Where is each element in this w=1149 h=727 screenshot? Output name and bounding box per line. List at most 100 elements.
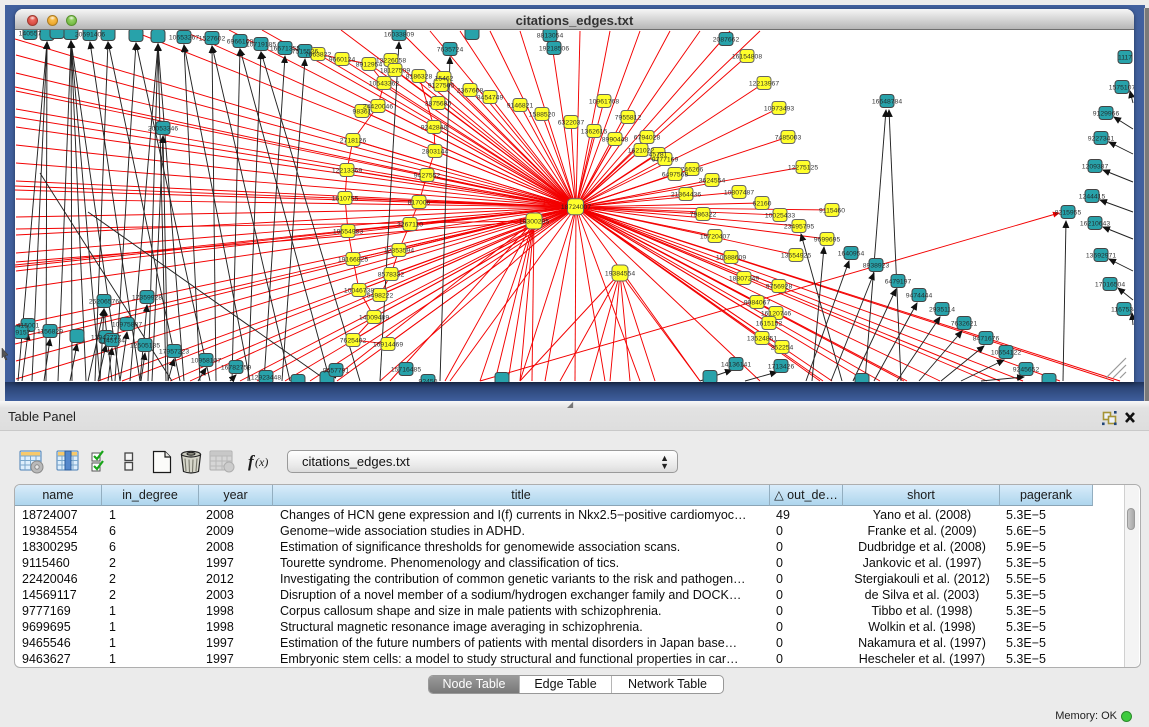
- svg-text:16648784: 16648784: [872, 99, 902, 106]
- svg-text:13654925: 13654925: [781, 253, 811, 260]
- svg-text:10807487: 10807487: [724, 190, 754, 197]
- svg-text:2718126: 2718126: [340, 138, 367, 145]
- svg-text:8454749: 8454749: [477, 95, 504, 102]
- svg-text:14136141: 14136141: [721, 362, 751, 369]
- svg-text:1145134: 1145134: [99, 338, 125, 345]
- svg-text:7635724: 7635724: [437, 47, 464, 54]
- svg-text:16033809: 16033809: [384, 32, 414, 39]
- svg-text:3875685: 3875685: [425, 101, 452, 108]
- svg-text:1362615: 1362615: [581, 129, 608, 136]
- svg-text:7986322: 7986322: [690, 212, 717, 219]
- svg-text:1156829: 1156829: [37, 329, 63, 336]
- svg-text:9657791: 9657791: [323, 368, 350, 375]
- svg-text:6322037: 6322037: [558, 120, 585, 127]
- svg-text:10654122: 10654122: [991, 350, 1021, 357]
- svg-text:9227341: 9227341: [1088, 136, 1115, 143]
- svg-text:16782759: 16782759: [221, 365, 251, 372]
- svg-text:21364436: 21364436: [671, 192, 701, 199]
- svg-text:9146821: 9146821: [507, 103, 534, 110]
- svg-text:10958107: 10958107: [191, 358, 221, 365]
- svg-text:20691406: 20691406: [75, 32, 105, 39]
- svg-text:1209387: 1209387: [1082, 164, 1109, 171]
- svg-text:140557: 140557: [19, 31, 42, 38]
- svg-text:10688609: 10688609: [716, 255, 746, 262]
- svg-text:9660124: 9660124: [329, 57, 356, 64]
- svg-text:18807249: 18807249: [729, 276, 759, 283]
- svg-text:9129966: 9129966: [1093, 111, 1120, 118]
- svg-text:9127505: 9127505: [428, 83, 455, 90]
- svg-text:(x): (x): [255, 455, 268, 469]
- svg-text:1588520: 1588520: [529, 112, 556, 119]
- svg-text:9756928: 9756928: [766, 284, 793, 291]
- svg-text:6479197: 6479197: [885, 279, 912, 286]
- svg-text:6497568: 6497568: [662, 172, 689, 179]
- svg-text:8990448: 8990448: [602, 137, 629, 144]
- svg-text:18300295: 18300295: [519, 219, 549, 226]
- svg-text:9084067: 9084067: [744, 300, 771, 307]
- svg-text:17016504: 17016504: [1095, 282, 1125, 289]
- svg-text:10543362: 10543362: [369, 81, 399, 88]
- svg-text:14009489: 14009489: [359, 315, 389, 322]
- svg-text:12213967: 12213967: [749, 81, 779, 88]
- svg-text:8938923: 8938923: [863, 263, 890, 270]
- svg-text:19218506: 19218506: [539, 46, 569, 53]
- svg-text:17957223: 17957223: [159, 349, 189, 356]
- svg-text:12213369: 12213369: [332, 168, 362, 175]
- svg-text:23495795: 23495795: [784, 224, 814, 231]
- svg-text:9699695: 9699695: [814, 237, 841, 244]
- svg-text:19384554: 19384554: [605, 271, 635, 278]
- svg-text:92450: 92450: [419, 379, 438, 383]
- svg-text:7663822: 7663822: [305, 52, 332, 59]
- svg-text:2087662: 2087662: [713, 37, 740, 44]
- svg-text:7955812: 7955812: [615, 115, 642, 122]
- svg-text:8215955: 8215955: [1055, 210, 1082, 217]
- svg-text:3267110: 3267110: [397, 222, 423, 229]
- svg-text:7632621: 7632621: [951, 321, 978, 328]
- svg-text:19654983: 19654983: [333, 229, 363, 236]
- svg-text:18724007: 18724007: [561, 204, 591, 211]
- svg-text:17359928: 17359928: [132, 295, 162, 302]
- svg-text:817006: 817006: [408, 200, 431, 207]
- svg-text:8578332: 8578332: [378, 272, 405, 279]
- svg-text:98361: 98361: [353, 109, 372, 116]
- svg-text:1244415: 1244415: [1079, 194, 1106, 201]
- svg-text:2367608: 2367608: [457, 88, 484, 95]
- svg-text:2935114: 2935114: [929, 307, 955, 314]
- svg-text:9245652: 9245652: [1013, 367, 1040, 374]
- svg-text:10653267: 10653267: [169, 35, 199, 42]
- svg-text:16914469: 16914469: [373, 342, 403, 349]
- svg-text:62160: 62160: [753, 201, 772, 208]
- svg-text:8813054: 8813054: [537, 33, 564, 40]
- svg-text:19166825: 19166825: [338, 257, 368, 264]
- svg-text:1575107: 1575107: [1109, 85, 1134, 92]
- svg-text:1610755: 1610755: [332, 196, 359, 203]
- svg-text:10973493: 10973493: [764, 106, 794, 113]
- svg-text:10025433: 10025433: [765, 213, 795, 220]
- svg-text:1713426: 1713426: [768, 364, 795, 371]
- svg-text:9242848: 9242848: [421, 125, 448, 132]
- svg-text:15720407: 15720407: [700, 234, 730, 241]
- svg-text:8471676: 8471676: [973, 336, 1000, 343]
- svg-text:2803144: 2803144: [422, 149, 449, 156]
- svg-text:13226058: 13226058: [376, 58, 406, 65]
- svg-text:26206576: 26206576: [89, 299, 119, 306]
- svg-text:9115460: 9115460: [819, 208, 845, 215]
- svg-text:1117: 1117: [1118, 55, 1132, 62]
- svg-text:10975887: 10975887: [112, 322, 142, 329]
- svg-text:16120746: 16120746: [761, 311, 791, 318]
- svg-text:9427552: 9427552: [414, 173, 441, 180]
- svg-text:13524851: 13524851: [747, 336, 777, 343]
- svg-text:7485003: 7485003: [775, 135, 802, 142]
- svg-text:16154808: 16154808: [732, 54, 762, 61]
- svg-text:12353594: 12353594: [384, 248, 414, 255]
- svg-text:252254: 252254: [771, 345, 794, 352]
- svg-text:5498222: 5498222: [367, 293, 394, 300]
- svg-text:20053346: 20053346: [148, 126, 178, 133]
- svg-text:8186328: 8186328: [406, 74, 433, 81]
- svg-text:1527602: 1527602: [199, 36, 226, 43]
- svg-text:9777169: 9777169: [652, 157, 679, 164]
- svg-text:16210643: 16210643: [1080, 221, 1110, 228]
- svg-text:39157: 39157: [15, 330, 31, 337]
- svg-text:9474444: 9474444: [906, 293, 933, 300]
- svg-text:10961768: 10961768: [589, 99, 619, 106]
